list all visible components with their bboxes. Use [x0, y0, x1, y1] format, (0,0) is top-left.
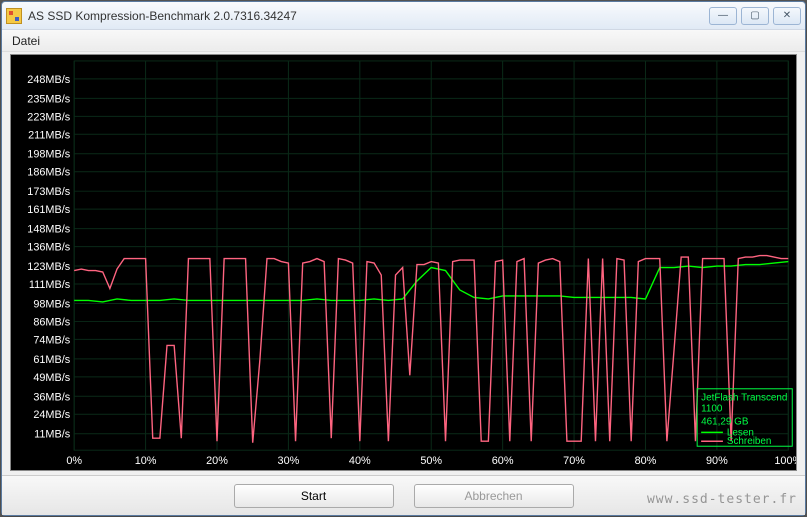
- svg-text:186MB/s: 186MB/s: [27, 167, 70, 179]
- minimize-button[interactable]: —: [709, 7, 737, 25]
- close-button[interactable]: ✕: [773, 7, 801, 25]
- svg-text:211MB/s: 211MB/s: [28, 129, 71, 141]
- svg-text:86MB/s: 86MB/s: [33, 316, 70, 328]
- svg-text:80%: 80%: [635, 455, 657, 467]
- svg-text:248MB/s: 248MB/s: [27, 74, 70, 86]
- svg-text:61MB/s: 61MB/s: [33, 354, 70, 366]
- svg-text:98MB/s: 98MB/s: [33, 298, 70, 310]
- app-icon: [6, 8, 22, 24]
- svg-text:49MB/s: 49MB/s: [33, 372, 70, 384]
- svg-text:Schreiben: Schreiben: [727, 436, 772, 447]
- svg-text:30%: 30%: [278, 455, 300, 467]
- svg-text:123MB/s: 123MB/s: [27, 261, 70, 273]
- cancel-button: Abbrechen: [414, 484, 574, 508]
- svg-text:70%: 70%: [563, 455, 585, 467]
- svg-text:173MB/s: 173MB/s: [27, 186, 70, 198]
- compression-chart: 11MB/s 24MB/s 36MB/s 49MB/s 61MB/s 74MB/s 86MB…: [11, 55, 796, 470]
- menu-file[interactable]: Datei: [12, 34, 40, 48]
- watermark-text: www.ssd-tester.fr: [647, 492, 797, 507]
- svg-text:36MB/s: 36MB/s: [33, 391, 70, 403]
- window-title: AS SSD Kompression-Benchmark 2.0.7316.34…: [28, 9, 709, 23]
- svg-text:24MB/s: 24MB/s: [33, 409, 70, 421]
- svg-text:0%: 0%: [66, 455, 82, 467]
- svg-text:40%: 40%: [349, 455, 371, 467]
- maximize-button[interactable]: ▢: [741, 7, 769, 25]
- svg-text:50%: 50%: [420, 455, 442, 467]
- svg-text:JetFlash Transcend: JetFlash Transcend: [701, 393, 787, 404]
- svg-text:90%: 90%: [706, 455, 728, 467]
- svg-text:136MB/s: 136MB/s: [27, 242, 70, 254]
- start-button[interactable]: Start: [234, 484, 394, 508]
- app-window: AS SSD Kompression-Benchmark 2.0.7316.34…: [1, 1, 806, 516]
- svg-text:235MB/s: 235MB/s: [27, 93, 70, 105]
- svg-text:11MB/s: 11MB/s: [34, 429, 71, 441]
- menubar: Datei: [2, 30, 805, 52]
- chart-area: 11MB/s 24MB/s 36MB/s 49MB/s 61MB/s 74MB/s 86MB…: [10, 54, 797, 471]
- svg-text:111MB/s: 111MB/s: [29, 279, 71, 291]
- svg-text:461,29 GB: 461,29 GB: [701, 416, 749, 427]
- svg-text:148MB/s: 148MB/s: [27, 224, 70, 236]
- svg-text:10%: 10%: [135, 455, 157, 467]
- titlebar[interactable]: AS SSD Kompression-Benchmark 2.0.7316.34…: [2, 2, 805, 30]
- svg-text:60%: 60%: [492, 455, 514, 467]
- svg-text:1100: 1100: [701, 404, 723, 415]
- svg-text:198MB/s: 198MB/s: [27, 149, 70, 161]
- svg-text:161MB/s: 161MB/s: [27, 204, 70, 216]
- svg-text:20%: 20%: [206, 455, 228, 467]
- svg-text:74MB/s: 74MB/s: [33, 334, 70, 346]
- svg-text:100%: 100%: [774, 455, 796, 467]
- svg-text:223MB/s: 223MB/s: [27, 111, 70, 123]
